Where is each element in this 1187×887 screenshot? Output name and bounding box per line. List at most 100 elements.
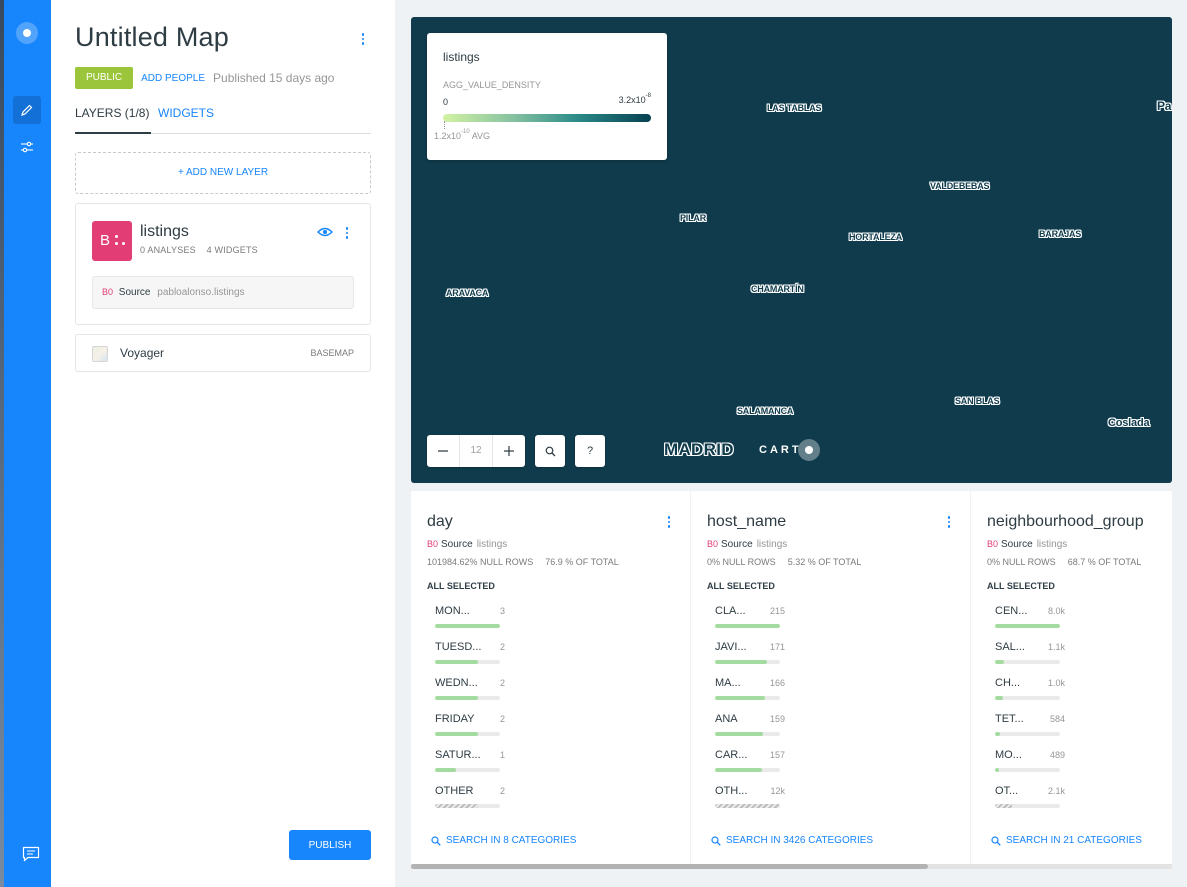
category-item[interactable]: WEDN... 2 [435,677,505,707]
source-id: B0 [987,539,999,549]
search-categories-link[interactable]: SEARCH IN 3426 CATEGORIES [711,835,873,846]
category-item[interactable]: SATUR... 1 [435,749,505,779]
layer-name[interactable]: listings [140,223,189,241]
source-word: Source [441,539,473,550]
category-bar-track [995,696,1060,700]
category-item[interactable]: TET... 584 [995,713,1065,743]
add-people-link[interactable]: ADD PEOPLE [141,73,205,84]
layer-card[interactable]: B listings 0 ANALYSES 4 WIDGETS B0 Sourc… [75,203,371,325]
settings-sliders-icon[interactable] [13,133,41,161]
category-bar [435,768,457,772]
source-table: listings [1036,539,1068,550]
category-bar [715,696,766,700]
category-item[interactable]: ANA 159 [715,713,785,743]
source-table: listings [756,539,788,550]
category-item[interactable]: MO... 489 [995,749,1065,779]
scrollbar-thumb[interactable] [411,864,928,869]
category-item[interactable]: OTH... 12k [715,785,785,815]
map-title[interactable]: Untitled Map [75,22,229,53]
place-label: ARAVACA [446,288,489,298]
privacy-row: PUBLIC ADD PEOPLE Published 15 days ago [75,67,334,89]
category-bar-track [995,768,1060,772]
help-button[interactable]: ? [575,435,605,467]
category-bar [995,804,1012,808]
category-name: OTHER [435,785,474,797]
search-categories-link[interactable]: SEARCH IN 8 CATEGORIES [431,835,576,846]
tab-widgets[interactable]: WIDGETS [158,104,214,134]
category-item[interactable]: CEN... 8.0k [995,605,1065,635]
category-count: 1.1k [1047,642,1065,652]
category-bar [715,660,767,664]
tab-layers[interactable]: LAYERS (1/8) [75,104,152,134]
category-bar-track [715,660,780,664]
null-rows: 0% NULL ROWS [987,557,1056,567]
widget-title[interactable]: host_name [707,513,786,531]
carto-logo-icon[interactable] [16,22,38,44]
add-new-layer-button[interactable]: + ADD NEW LAYER [75,152,371,194]
widget-title[interactable]: neighbourhood_group [987,513,1144,531]
layer-options-icon[interactable] [343,224,351,242]
category-item[interactable]: MON... 3 [435,605,505,635]
source-word: Source [1001,539,1033,550]
carto-logo-dot-icon [797,439,820,461]
category-item[interactable]: CLA... 215 [715,605,785,635]
category-bar-track [435,768,500,772]
category-item[interactable]: SAL... 1.1k [995,641,1065,671]
widget-source: B0 Source listings [987,539,1067,550]
search-categories-label: SEARCH IN 21 CATEGORIES [1006,835,1142,846]
category-item[interactable]: OTHER 2 [435,785,505,815]
zoom-out-button[interactable] [427,435,459,467]
category-item[interactable]: MA... 166 [715,677,785,707]
chat-icon[interactable] [22,846,40,862]
place-label: Pa [1157,99,1172,113]
widgets-scrollbar[interactable] [411,864,1172,869]
eye-icon[interactable] [317,225,333,239]
map-search-button[interactable] [535,435,565,467]
percent-of-total: 76.9 % OF TOTAL [545,557,619,567]
category-bar-track [435,804,500,808]
category-name: SATUR... [435,749,481,761]
category-item[interactable]: CAR... 157 [715,749,785,779]
carto-logo-text: CART [759,444,802,456]
category-widget: day B0 Source listings 101984.62% NULL ROWS 7… [411,491,690,865]
category-item[interactable]: TUESD... 2 [435,641,505,671]
legend-avg: 1.2x10-10 AVG [434,129,490,141]
side-panel: Untitled Map PUBLIC ADD PEOPLE Published… [51,0,395,887]
legend-avg-tick [444,121,445,129]
source-word: Source [721,539,753,550]
category-name: MON... [435,605,470,617]
legend-title: listings [443,50,480,64]
widget-title[interactable]: day [427,513,453,531]
layer-badge: B [92,221,132,261]
zoom-control: 12 [427,435,525,467]
widget-options-icon[interactable] [945,515,953,529]
publish-button[interactable]: PUBLISH [289,830,371,860]
category-item[interactable]: OT... 2.1k [995,785,1065,815]
category-item[interactable]: CH... 1.0k [995,677,1065,707]
map-canvas[interactable]: LAS TABLAS VALDEBEBAS PILAR HORTALEZA BA… [411,17,1172,483]
category-bar [435,696,478,700]
category-name: SAL... [995,641,1025,653]
legend-avg-base: 1.2x10 [434,131,462,141]
category-item[interactable]: JAVI... 171 [715,641,785,671]
layer-source[interactable]: B0 Source pabloalonso.listings [92,276,354,309]
category-bar-track [995,732,1060,736]
percent-of-total: 5.32 % OF TOTAL [787,557,862,567]
basemap-row[interactable]: Voyager BASEMAP [75,334,371,372]
privacy-badge[interactable]: PUBLIC [75,67,134,89]
search-categories-link[interactable]: SEARCH IN 21 CATEGORIES [991,835,1142,846]
place-label: BARAJAS [1039,229,1082,239]
category-item[interactable]: FRIDAY 2 [435,713,505,743]
category-name: JAVI... [715,641,747,653]
zoom-in-button[interactable] [493,435,525,467]
place-label: HORTALEZA [849,232,903,242]
widget-options-icon[interactable] [665,515,673,529]
place-label: PILAR [680,213,707,223]
source-table: pabloalonso.listings [157,287,245,298]
category-bar [995,768,999,772]
legend-max-exp: -8 [645,93,651,99]
pencil-icon[interactable] [13,96,41,124]
category-bar [715,624,780,628]
map-options-icon[interactable] [359,30,367,48]
category-bar-track [435,660,500,664]
